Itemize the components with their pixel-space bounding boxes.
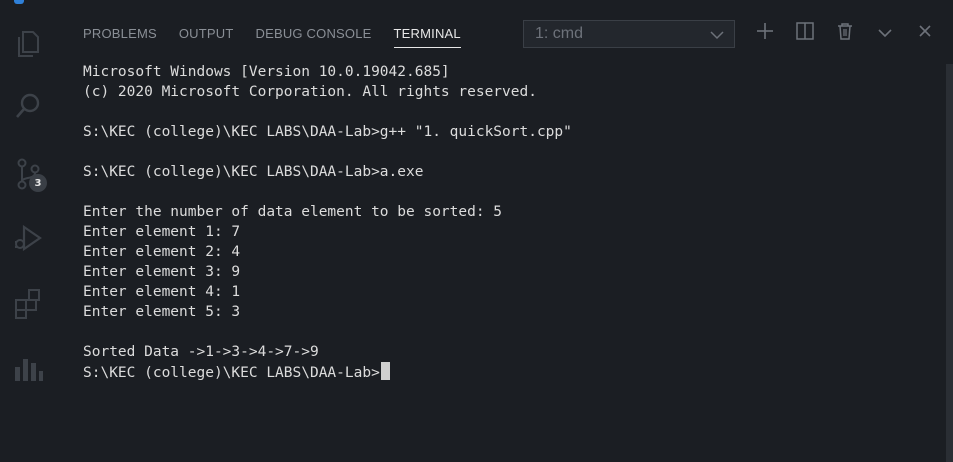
explorer-icon[interactable] xyxy=(0,20,56,68)
trash-icon xyxy=(835,21,855,45)
terminal-line: Sorted Data ->1->3->4->7->9 xyxy=(83,344,319,360)
split-icon xyxy=(795,21,815,45)
terminal-select-value: 1: cmd xyxy=(535,25,584,42)
source-control-badge: 3 xyxy=(29,174,47,192)
terminal-cursor xyxy=(380,362,390,380)
activity-bar: 3 xyxy=(0,0,56,462)
panel-tabs: PROBLEMS OUTPUT DEBUG CONSOLE TERMINAL xyxy=(72,18,472,54)
new-terminal-button[interactable] xyxy=(754,22,776,44)
tab-problems[interactable]: PROBLEMS xyxy=(72,18,168,48)
terminal-line: Enter element 4: 1 xyxy=(83,284,241,300)
split-terminal-button[interactable] xyxy=(794,22,816,44)
terminal-output[interactable]: Microsoft Windows [Version 10.0.19042.68… xyxy=(83,62,933,462)
tab-output[interactable]: OUTPUT xyxy=(168,18,245,48)
terminal-line: Microsoft Windows [Version 10.0.19042.68… xyxy=(83,64,450,80)
terminal-prompt: S:\KEC (college)\KEC LABS\DAA-Lab> xyxy=(83,365,380,381)
terminal-line: Enter the number of data element to be s… xyxy=(83,204,503,220)
terminal-prompt-line[interactable]: S:\KEC (college)\KEC LABS\DAA-Lab> xyxy=(83,362,933,382)
extensions-icon[interactable] xyxy=(0,280,56,328)
close-panel-button[interactable] xyxy=(914,22,936,44)
terminal-line: Enter element 2: 4 xyxy=(83,244,241,260)
chevron-down-icon xyxy=(710,25,724,44)
source-control-icon[interactable] xyxy=(0,150,56,198)
terminal-select[interactable]: 1: cmd xyxy=(523,20,735,48)
terminal-line: Enter element 3: 9 xyxy=(83,264,241,280)
vscode-logo xyxy=(14,0,24,4)
search-icon[interactable] xyxy=(0,82,56,130)
stats-icon[interactable] xyxy=(0,344,56,392)
kill-terminal-button[interactable] xyxy=(834,22,856,44)
tab-terminal[interactable]: TERMINAL xyxy=(383,18,472,48)
terminal-line: (c) 2020 Microsoft Corporation. All righ… xyxy=(83,84,537,100)
terminal-line: Enter element 1: 7 xyxy=(83,224,241,240)
run-debug-icon[interactable] xyxy=(0,214,56,262)
terminal-line: S:\KEC (college)\KEC LABS\DAA-Lab>a.exe xyxy=(83,164,424,180)
plus-icon xyxy=(755,21,775,45)
chevron-down-icon xyxy=(877,24,893,43)
maximize-panel-button[interactable] xyxy=(874,22,896,44)
tab-debug-console[interactable]: DEBUG CONSOLE xyxy=(245,18,383,48)
close-icon xyxy=(917,23,933,43)
terminal-line: Enter element 5: 3 xyxy=(83,304,241,320)
terminal-scrollbar[interactable] xyxy=(946,64,953,462)
terminal-line: S:\KEC (college)\KEC LABS\DAA-Lab>g++ "1… xyxy=(83,124,572,140)
vscode-window: 3 PROBLEMS OUTPUT DEBUG CONSOLE TERMINAL… xyxy=(0,0,953,462)
